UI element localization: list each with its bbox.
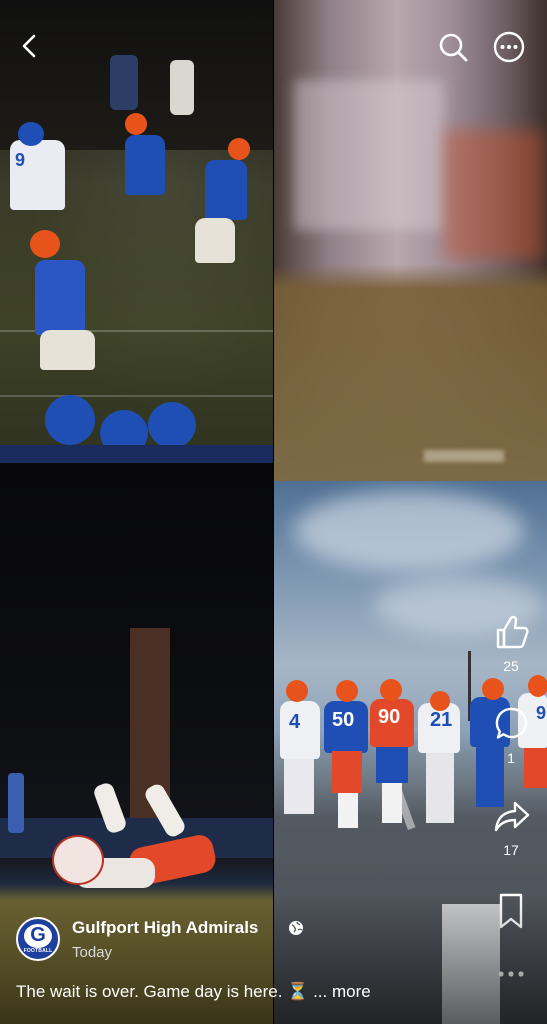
share-icon <box>494 801 530 832</box>
jersey-number: 90 <box>378 706 401 728</box>
comment-button[interactable] <box>494 705 530 745</box>
jersey-number: 21 <box>430 709 453 731</box>
like-count: 25 <box>503 658 519 674</box>
thumbs-up-icon <box>496 615 529 649</box>
share-button[interactable] <box>492 797 532 837</box>
see-more-link[interactable]: ... more <box>313 982 371 1001</box>
jersey-number: 9 <box>15 150 26 170</box>
like-button[interactable] <box>492 612 532 654</box>
post-caption[interactable]: The wait is over. Game day is here. ⏳ ..… <box>16 982 371 1002</box>
search-icon <box>439 33 468 62</box>
chevron-left-icon <box>22 34 36 58</box>
photo-top-right[interactable] <box>274 0 547 481</box>
author-name[interactable]: Gulfport High Admirals <box>72 918 258 938</box>
photo-top-left[interactable]: 9 <box>0 0 273 463</box>
search-button[interactable] <box>436 30 470 64</box>
globe-icon <box>289 921 303 935</box>
audience-icon-wrap <box>288 920 304 936</box>
jersey-number: 50 <box>332 709 355 731</box>
comment-icon <box>495 707 528 739</box>
more-horizontal-icon <box>493 31 525 63</box>
more-options-button[interactable] <box>492 30 526 64</box>
post-time: Today <box>72 944 113 961</box>
author-avatar[interactable]: G FOOTBALL <box>16 917 60 961</box>
comment-count: 1 <box>507 750 515 766</box>
back-button[interactable] <box>14 30 46 62</box>
jersey-number: 9 <box>536 703 547 723</box>
avatar-subtext: FOOTBALL <box>23 948 53 954</box>
caption-text: The wait is over. Game day is here. ⏳ <box>16 982 309 1001</box>
share-count: 17 <box>503 842 519 858</box>
jersey-number: 4 <box>289 711 301 733</box>
avatar-letter: G <box>30 924 46 946</box>
